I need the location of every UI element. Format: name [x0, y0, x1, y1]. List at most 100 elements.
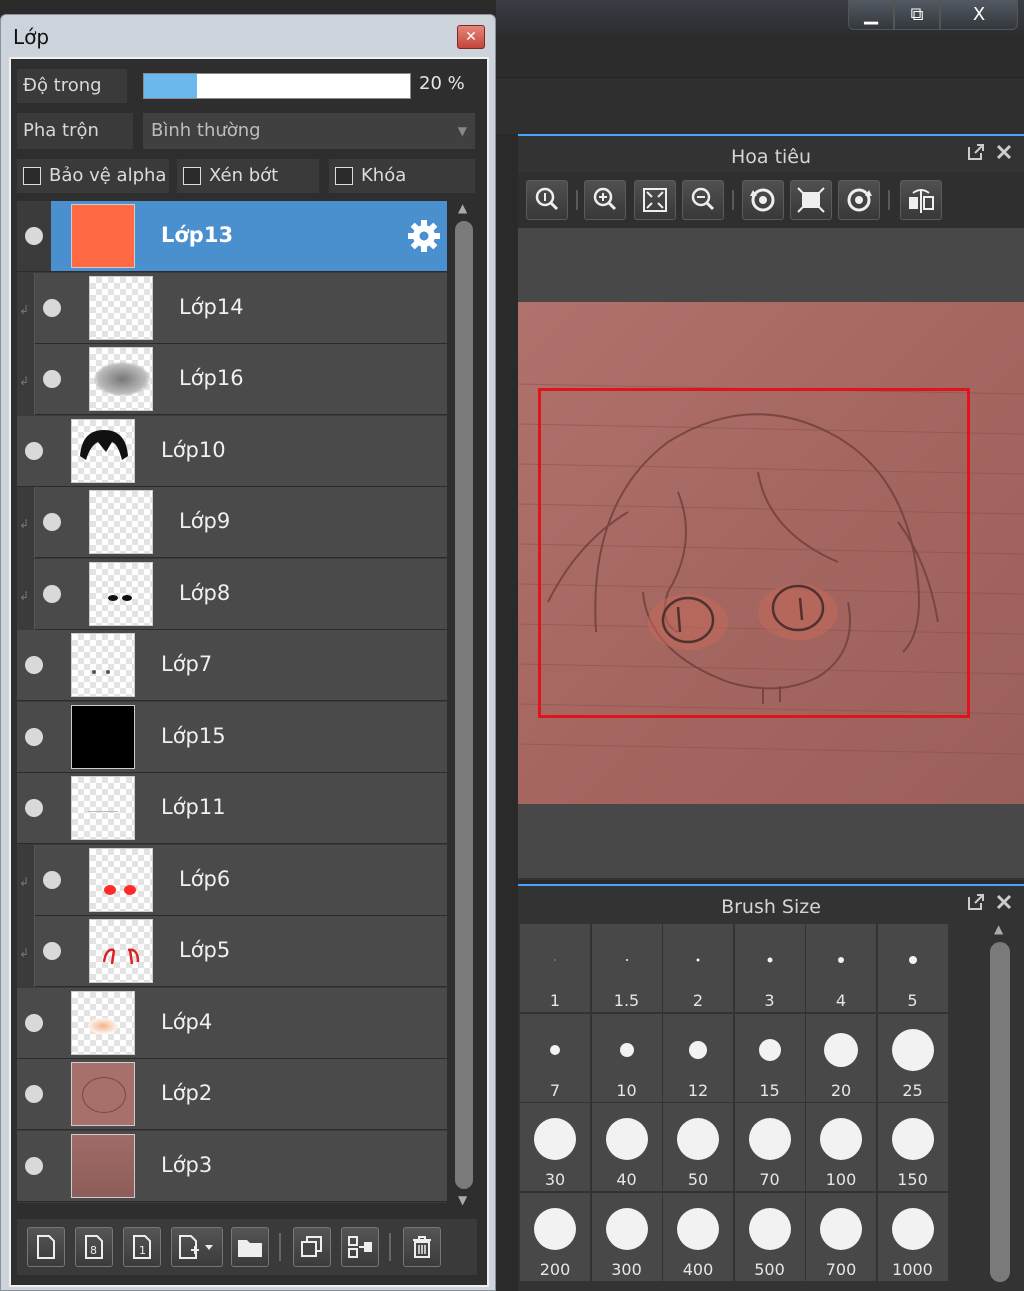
brush-size-option[interactable]: 700: [806, 1192, 876, 1281]
scroll-up-icon[interactable]: ▲: [994, 922, 1003, 936]
brush-size-option[interactable]: 30: [520, 1103, 590, 1191]
layer-row[interactable]: Lớp15: [17, 701, 447, 773]
layer-panel: Lớp ✕ Độ trong 20 % Pha trộn Bình thường…: [0, 14, 496, 1291]
layer-row[interactable]: Lớp11: [17, 773, 447, 844]
close-icon[interactable]: [994, 142, 1014, 162]
rotate-right-button[interactable]: [838, 180, 880, 220]
rotate-left-button[interactable]: [742, 180, 784, 220]
layer-row[interactable]: Lớp2: [17, 1059, 447, 1130]
new-folder-button[interactable]: [231, 1227, 269, 1267]
brush-size-option[interactable]: 70: [734, 1103, 805, 1191]
brush-size-option[interactable]: 150: [877, 1103, 948, 1191]
brush-size-option[interactable]: 3: [734, 924, 805, 1012]
brush-size-option[interactable]: 1000: [877, 1192, 948, 1281]
brush-size-label: 10: [616, 1080, 637, 1100]
visibility-toggle[interactable]: [43, 584, 61, 603]
brush-size-option[interactable]: 12: [663, 1013, 733, 1102]
visibility-toggle[interactable]: [43, 942, 61, 960]
visibility-toggle[interactable]: [25, 727, 43, 746]
visibility-toggle[interactable]: [25, 799, 43, 817]
protect-alpha-checkbox[interactable]: Bảo vệ alpha: [17, 159, 169, 193]
layer-row[interactable]: ↲ Lớp6: [17, 844, 447, 916]
duplicate-layer-button[interactable]: [293, 1227, 331, 1267]
lock-checkbox[interactable]: Khóa: [329, 159, 475, 193]
navigator-view[interactable]: [518, 228, 1024, 878]
brush-size-option[interactable]: 40: [591, 1103, 662, 1191]
layer-panel-close-button[interactable]: ✕: [457, 25, 485, 49]
popout-icon[interactable]: [966, 892, 986, 912]
reset-view-button[interactable]: [790, 180, 832, 220]
brush-size-option[interactable]: 5: [877, 924, 948, 1012]
layer-row[interactable]: ↲ Lớp9: [17, 487, 447, 558]
delete-layer-button[interactable]: [403, 1227, 441, 1267]
brush-size-option[interactable]: 7: [520, 1013, 590, 1102]
brush-dot-preview: [758, 1038, 781, 1061]
brush-size-option[interactable]: 15: [734, 1013, 805, 1102]
flip-horizontal-button[interactable]: [900, 180, 942, 220]
opacity-slider-fill: [144, 74, 198, 98]
layer-row[interactable]: Lớp4: [17, 987, 447, 1059]
zoom-fit-button[interactable]: [526, 180, 568, 220]
minimize-button[interactable]: ▁: [848, 0, 894, 30]
close-icon[interactable]: [994, 892, 1014, 912]
popout-icon[interactable]: [966, 142, 986, 162]
scroll-thumb[interactable]: [455, 221, 473, 1189]
brush-size-label: 700: [825, 1259, 857, 1279]
visibility-toggle[interactable]: [43, 370, 61, 388]
viewport-rectangle[interactable]: [538, 388, 970, 718]
blend-mode-select[interactable]: Bình thường ▼: [143, 113, 475, 149]
merge-layer-button[interactable]: [341, 1227, 379, 1267]
layer-name: Lớp16: [179, 366, 244, 390]
toolbar-separator: [732, 190, 734, 210]
scroll-thumb[interactable]: [990, 942, 1010, 1282]
visibility-toggle[interactable]: [25, 1156, 43, 1175]
scroll-down-icon[interactable]: ▼: [458, 1193, 467, 1207]
brush-size-option[interactable]: 25: [877, 1013, 948, 1102]
brush-dot-preview: [820, 1118, 862, 1160]
visibility-toggle[interactable]: [25, 441, 43, 460]
layer-row[interactable]: ↲ Lớp5: [17, 916, 447, 987]
layer-row[interactable]: Lớp7: [17, 630, 447, 701]
brush-size-option[interactable]: 4: [806, 924, 876, 1012]
opacity-slider[interactable]: [143, 73, 411, 99]
brush-size-option[interactable]: 200: [520, 1192, 590, 1281]
layer-row[interactable]: ↲ Lớp14: [17, 272, 447, 344]
canvas-preview: [518, 302, 1024, 804]
layer-row[interactable]: ↲ Lớp8: [17, 558, 447, 630]
brush-size-option[interactable]: 50: [663, 1103, 733, 1191]
close-window-button[interactable]: X: [940, 0, 1018, 30]
visibility-toggle[interactable]: [25, 1085, 43, 1103]
gear-icon[interactable]: [407, 219, 441, 253]
brush-size-scrollbar[interactable]: ▲: [986, 922, 1016, 1290]
brush-size-option[interactable]: 1.5: [591, 924, 662, 1012]
visibility-toggle[interactable]: [25, 656, 43, 674]
layer-list-scrollbar[interactable]: ▲ ▼: [449, 201, 479, 1207]
brush-size-option[interactable]: 1: [520, 924, 590, 1012]
layer-row[interactable]: Lớp13: [17, 201, 447, 272]
brush-size-option[interactable]: 100: [806, 1103, 876, 1191]
brush-size-option[interactable]: 10: [591, 1013, 662, 1102]
zoom-out-button[interactable]: [682, 180, 724, 220]
brush-size-option[interactable]: 20: [806, 1013, 876, 1102]
visibility-toggle[interactable]: [43, 298, 61, 317]
new-layer-button[interactable]: [27, 1227, 65, 1267]
scroll-up-icon[interactable]: ▲: [458, 201, 467, 215]
visibility-toggle[interactable]: [25, 227, 43, 245]
visibility-toggle[interactable]: [25, 1013, 43, 1032]
visibility-toggle[interactable]: [43, 513, 61, 531]
visibility-toggle[interactable]: [43, 870, 61, 889]
clipping-checkbox[interactable]: Xén bớt: [177, 159, 319, 193]
brush-size-option[interactable]: 500: [734, 1192, 805, 1281]
brush-size-option[interactable]: 2: [663, 924, 733, 1012]
layer-row[interactable]: Lớp10: [17, 415, 447, 487]
new-8bit-layer-button[interactable]: 8: [75, 1227, 113, 1267]
brush-size-option[interactable]: 300: [591, 1192, 662, 1281]
layer-row[interactable]: ↲ Lớp16: [17, 344, 447, 415]
new-1bit-layer-button[interactable]: 1: [123, 1227, 161, 1267]
fit-screen-button[interactable]: [634, 180, 676, 220]
add-layer-menu-button[interactable]: [171, 1227, 223, 1267]
maximize-button[interactable]: ⧉: [894, 0, 940, 30]
layer-row[interactable]: Lớp3: [17, 1130, 447, 1202]
brush-size-option[interactable]: 400: [663, 1192, 733, 1281]
zoom-in-button[interactable]: [584, 180, 626, 220]
